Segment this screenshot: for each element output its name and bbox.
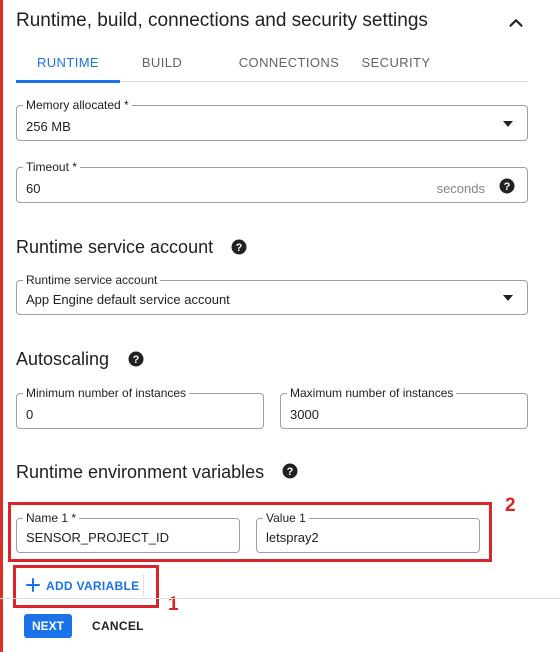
chevron-up-icon[interactable] xyxy=(505,12,527,34)
env-var-value-field[interactable]: Value 1 letspray2 xyxy=(256,510,480,553)
timeout-field[interactable]: Timeout * 60 seconds ? xyxy=(16,159,528,203)
autoscaling-heading: Autoscaling xyxy=(16,349,110,369)
help-icon[interactable]: ? xyxy=(231,239,247,255)
dropdown-arrow-icon xyxy=(503,295,513,301)
svg-text:?: ? xyxy=(236,242,243,254)
divider xyxy=(143,574,144,596)
memory-allocated-label: Memory allocated * xyxy=(23,97,132,113)
cancel-button[interactable]: CANCEL xyxy=(92,614,144,638)
max-instances-field[interactable]: Maximum number of instances 3000 xyxy=(280,385,528,429)
env-var-name-value: SENSOR_PROJECT_ID xyxy=(26,530,170,545)
divider xyxy=(0,598,560,599)
service-account-select[interactable]: Runtime service account App Engine defau… xyxy=(16,272,528,315)
plus-icon xyxy=(26,578,40,592)
annotation-number-2: 2 xyxy=(505,495,516,516)
dropdown-arrow-icon xyxy=(503,121,513,127)
svg-text:?: ? xyxy=(133,354,140,366)
next-button[interactable]: NEXT xyxy=(24,614,72,638)
tab-runtime[interactable]: RUNTIME xyxy=(16,48,120,83)
memory-allocated-value: 256 MB xyxy=(26,119,71,134)
max-instances-value: 3000 xyxy=(290,407,319,422)
add-variable-button[interactable]: ADD VARIABLE xyxy=(21,572,143,600)
service-account-value: App Engine default service account xyxy=(26,292,230,307)
settings-tabs: RUNTIME BUILD CONNECTIONS SECURITY xyxy=(16,48,528,83)
section-title: Runtime, build, connections and security… xyxy=(16,10,428,31)
left-accent-bar xyxy=(0,0,3,652)
min-instances-field[interactable]: Minimum number of instances 0 xyxy=(16,385,264,429)
max-instances-label: Maximum number of instances xyxy=(287,385,457,401)
timeout-label: Timeout * xyxy=(23,159,80,175)
tab-build[interactable]: BUILD xyxy=(120,48,204,82)
help-icon[interactable]: ? xyxy=(128,351,144,367)
tab-security[interactable]: SECURITY xyxy=(346,48,446,82)
help-icon[interactable]: ? xyxy=(499,178,515,194)
svg-text:?: ? xyxy=(504,181,511,193)
svg-text:?: ? xyxy=(287,466,294,478)
memory-allocated-select[interactable]: Memory allocated * 256 MB xyxy=(16,97,528,141)
service-account-label: Runtime service account xyxy=(23,272,161,288)
env-var-value-value: letspray2 xyxy=(266,530,319,545)
env-var-name-label: Name 1 * xyxy=(23,510,80,526)
min-instances-value: 0 xyxy=(26,407,34,422)
env-var-name-field[interactable]: Name 1 * SENSOR_PROJECT_ID xyxy=(16,510,240,553)
min-instances-label: Minimum number of instances xyxy=(23,385,190,401)
env-vars-heading: Runtime environment variables xyxy=(16,462,265,482)
help-icon[interactable]: ? xyxy=(282,463,298,479)
timeout-unit: seconds xyxy=(436,181,485,196)
add-variable-label: ADD VARIABLE xyxy=(46,579,140,593)
timeout-value: 60 xyxy=(26,181,41,196)
service-account-heading: Runtime service account xyxy=(16,237,214,257)
env-var-value-label: Value 1 xyxy=(263,510,309,526)
